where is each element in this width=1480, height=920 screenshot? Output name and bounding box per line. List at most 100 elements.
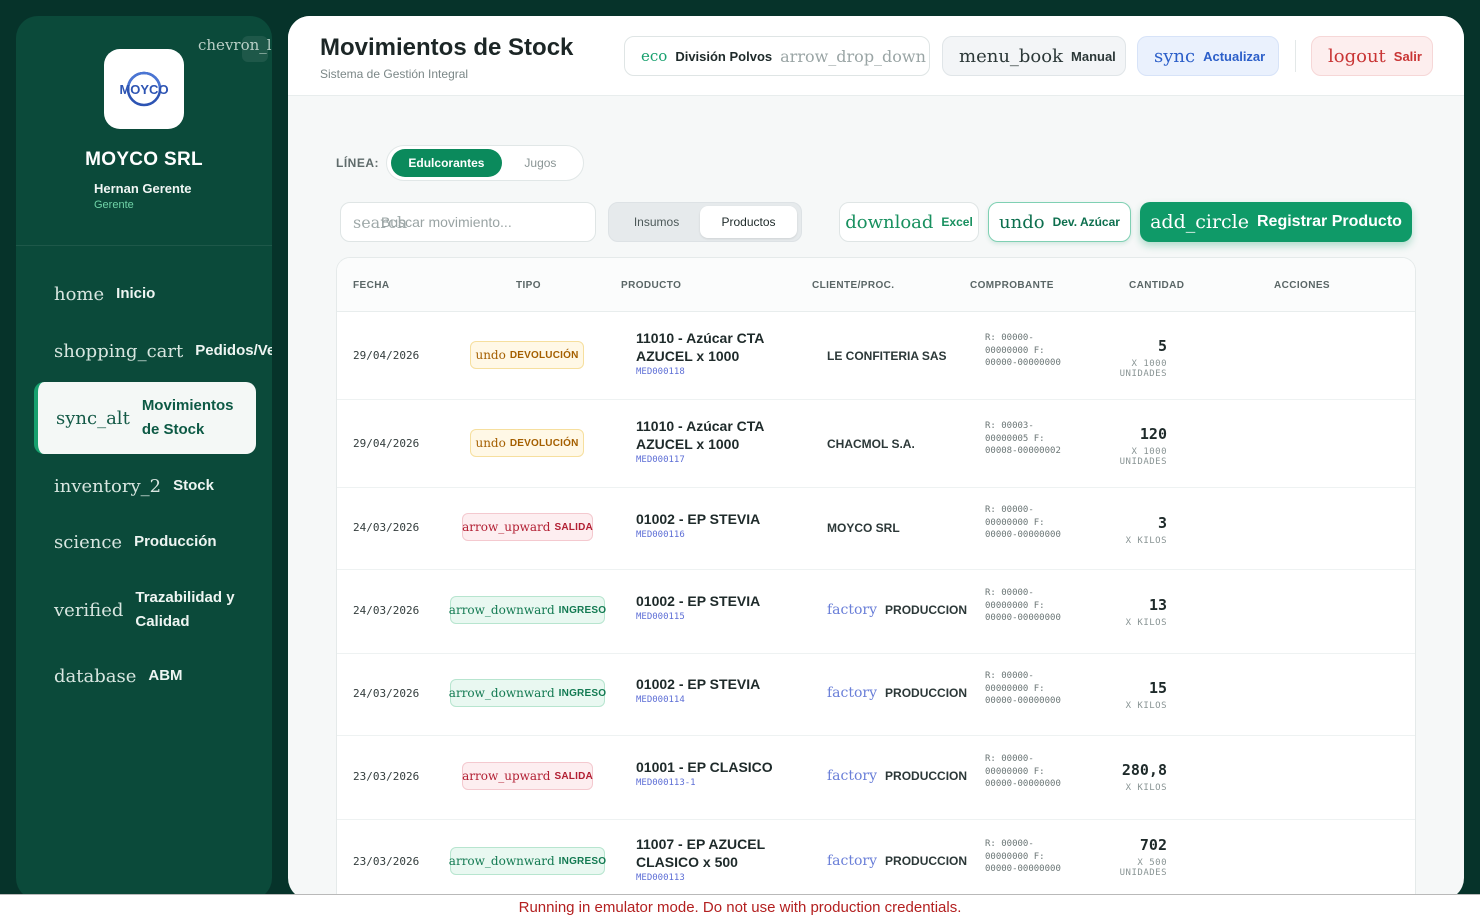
division-label: División Polvos — [675, 48, 773, 64]
cantidad-value: 280,8 — [1121, 761, 1167, 779]
arrow-upward-icon: arrow_upward — [462, 769, 551, 783]
manual-button[interactable]: menu_book Manual — [942, 36, 1126, 76]
verified-icon: verified — [54, 599, 124, 621]
dev-azucar-label: Dev. Azúcar — [1052, 215, 1120, 229]
sidebar-item-produccion[interactable]: science Producción — [34, 529, 256, 555]
tipo-badge: undo DEVOLUCIÓN — [470, 341, 584, 369]
row-cliente: factory PRODUCCION — [827, 768, 967, 784]
sidebar-item-trazabilidad[interactable]: verified Trazabilidad y Calidad — [34, 584, 256, 636]
undo-icon: undo — [475, 348, 506, 362]
product-name: 01002 - EP STEVIA — [636, 511, 761, 527]
row-fecha: 23/03/2026 — [353, 770, 420, 783]
product-name: 11007 - EP AZUCEL CLASICO x 500 — [636, 836, 765, 870]
factory-icon: factory — [827, 602, 878, 618]
arrow-upward-icon: arrow_upward — [462, 520, 551, 534]
col-producto: PRODUCTO — [621, 280, 682, 291]
product-code: MED000115 — [636, 612, 685, 622]
dev-azucar-button[interactable]: undo Dev. Azúcar — [988, 202, 1131, 242]
product-code: MED000118 — [636, 367, 685, 377]
table-row[interactable]: 24/03/2026 arrow_upward SALIDA 01002 - E… — [337, 488, 1415, 570]
table-row[interactable]: 29/04/2026 undo DEVOLUCIÓN 11010 - Azúca… — [337, 312, 1415, 400]
factory-icon: factory — [827, 768, 878, 784]
table-row[interactable]: 29/04/2026 undo DEVOLUCIÓN 11010 - Azúca… — [337, 400, 1415, 488]
cantidad-unit: X KILOS — [1125, 701, 1167, 711]
arrow-downward-icon: arrow_downward — [448, 603, 555, 617]
row-fecha: 24/03/2026 — [353, 604, 420, 617]
sidebar-item-movimientos[interactable]: sync_alt Movimientos de Stock — [34, 382, 256, 454]
sidebar-item-label: Trazabilidad y Calidad — [135, 589, 235, 630]
register-product-button[interactable]: add_circle Registrar Producto — [1140, 202, 1412, 242]
row-comprobante: R: 00000-00000000 F: 00000-00000000 — [985, 671, 1061, 706]
row-producto: 01002 - EP STEVIA MED000115 — [636, 592, 806, 622]
row-cantidad: 702 X 500 UNIDADES — [1097, 836, 1167, 878]
linea-option-jugos[interactable]: Jugos — [502, 149, 579, 177]
product-name: 11010 - Azúcar CTA AZUCEL x 1000 — [636, 330, 764, 364]
row-comprobante: R: 00000-00000000 F: 00000-00000000 — [985, 588, 1061, 623]
search-input[interactable] — [381, 203, 591, 241]
linea-option-edulcorantes[interactable]: Edulcorantes — [391, 149, 502, 177]
logout-button[interactable]: logout Salir — [1311, 36, 1433, 76]
division-select[interactable]: eco División Polvos arrow_drop_down — [624, 36, 930, 76]
table-row[interactable]: 24/03/2026 arrow_downward INGRESO 01002 … — [337, 570, 1415, 654]
inventory-icon: inventory_2 — [54, 475, 162, 497]
linea-toggle: Edulcorantes Jugos — [386, 145, 584, 181]
cantidad-unit: X KILOS — [1125, 618, 1167, 628]
row-cantidad: 15 X KILOS — [1097, 679, 1167, 711]
arrow-drop-down-icon: arrow_drop_down — [780, 46, 926, 66]
sidebar-item-stock[interactable]: inventory_2 Stock — [34, 473, 256, 499]
cliente-name: PRODUCCION — [885, 686, 968, 700]
sidebar-item-inicio[interactable]: home Inicio — [34, 281, 256, 307]
sidebar-item-label: Movimientos de Stock — [141, 397, 234, 438]
tipo-label: DEVOLUCIÓN — [509, 437, 579, 449]
cantidad-value: 5 — [1157, 337, 1167, 355]
row-fecha: 29/04/2026 — [353, 349, 420, 362]
col-comprobante: COMPROBANTE — [970, 280, 1054, 291]
sidebar: chevron_left MOYCO MOYCO SRL Hernan Gere… — [16, 16, 272, 900]
cantidad-value: 3 — [1157, 514, 1167, 532]
row-cantidad: 13 X KILOS — [1097, 596, 1167, 628]
sidebar-item-label: Pedidos/Ventas — [195, 342, 272, 359]
table-row[interactable]: 23/03/2026 arrow_downward INGRESO 11007 … — [337, 820, 1415, 900]
undo-icon: undo — [475, 436, 506, 450]
company-name: MOYCO SRL — [85, 149, 203, 170]
sidebar-item-label: Inicio — [116, 285, 156, 302]
tipo-badge: arrow_upward SALIDA — [462, 762, 593, 790]
product-name: 01002 - EP STEVIA — [636, 593, 761, 609]
tipo-badge: arrow_downward INGRESO — [449, 679, 607, 707]
refresh-button[interactable]: sync Actualizar — [1137, 36, 1279, 76]
tipo-option-insumos[interactable]: Insumos — [613, 206, 700, 238]
cantidad-value: 120 — [1139, 425, 1167, 443]
sidebar-item-abm[interactable]: database ABM — [34, 663, 256, 689]
sidebar-collapse-button[interactable]: chevron_left — [198, 36, 272, 62]
page-title: Movimientos de Stock — [320, 34, 574, 61]
company-logo: MOYCO — [104, 49, 184, 129]
tipo-badge: arrow_upward SALIDA — [462, 513, 593, 541]
topbar-separator — [1295, 40, 1296, 72]
col-acciones: ACCIONES — [1274, 280, 1330, 291]
row-producto: 11007 - EP AZUCEL CLASICO x 500 MED00011… — [636, 835, 806, 883]
tipo-label: INGRESO — [558, 687, 607, 699]
tipo-option-productos[interactable]: Productos — [700, 206, 797, 238]
tipo-toggle: Insumos Productos — [608, 202, 802, 242]
menu-book-icon: menu_book — [959, 45, 1064, 67]
row-comprobante: R: 00000-00000000 F: 00000-00000000 — [985, 754, 1061, 789]
row-comprobante: R: 00000-00000000 F: 00000-00000000 — [985, 505, 1061, 540]
row-comprobante: R: 00000-00000000 F: 00000-00000000 — [985, 839, 1061, 874]
product-code: MED000113 — [636, 873, 685, 883]
sidebar-item-pedidos[interactable]: shopping_cart Pedidos/Ventas — [34, 338, 272, 364]
row-producto: 11010 - Azúcar CTA AZUCEL x 1000 MED0001… — [636, 329, 806, 377]
movements-table: FECHA TIPO PRODUCTO CLIENTE/PROC. COMPRO… — [336, 257, 1416, 900]
table-row[interactable]: 23/03/2026 arrow_upward SALIDA 01001 - E… — [337, 736, 1415, 820]
export-excel-button[interactable]: download Excel — [839, 202, 979, 242]
chevron-left-icon: chevron_left — [198, 36, 272, 54]
cantidad-unit: X 500 UNIDADES — [1119, 858, 1167, 878]
search-box: search — [340, 202, 596, 242]
main-panel: Movimientos de Stock Sistema de Gestión … — [288, 16, 1464, 900]
product-name: 01001 - EP CLASICO — [636, 759, 773, 775]
cantidad-unit: X 1000 UNIDADES — [1119, 359, 1167, 379]
product-name: 01002 - EP STEVIA — [636, 676, 761, 692]
user-role: Gerente — [94, 199, 134, 211]
table-row[interactable]: 24/03/2026 arrow_downward INGRESO 01002 … — [337, 654, 1415, 736]
tipo-label: DEVOLUCIÓN — [509, 349, 579, 361]
download-icon: download — [845, 211, 934, 233]
